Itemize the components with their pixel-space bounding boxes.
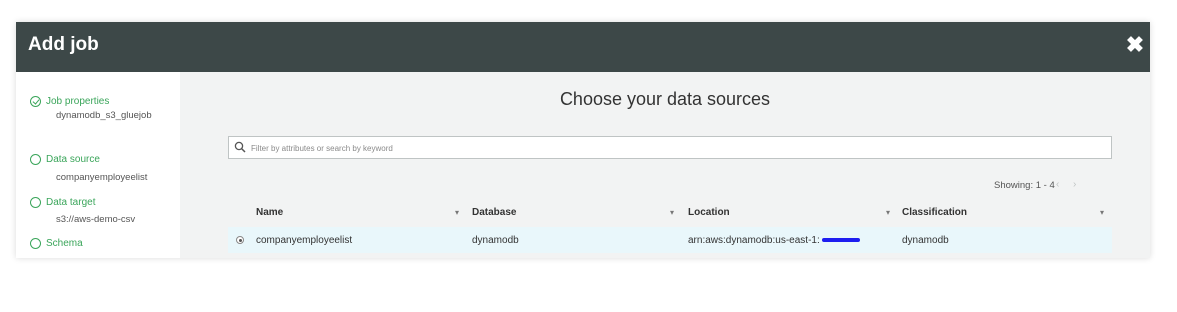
step-label: Schema xyxy=(46,238,83,249)
add-job-modal: Add job ✖ Job properties dynamodb_s3_glu… xyxy=(16,22,1150,258)
redaction-mark xyxy=(821,238,860,243)
step-value: companyemployeelist xyxy=(56,172,148,183)
sort-icon[interactable]: ▾ xyxy=(1100,208,1104,217)
page-frame: Add job ✖ Job properties dynamodb_s3_glu… xyxy=(0,0,1177,312)
modal-header: Add job ✖ xyxy=(16,22,1150,72)
data-source-panel: Choose your data sources Showing: 1 - 4 … xyxy=(180,72,1150,258)
search-input[interactable] xyxy=(249,140,1113,157)
cell-location: arn:aws:dynamodb:us-east-1: xyxy=(688,235,860,246)
circle-icon xyxy=(30,197,41,208)
step-value: s3://aws-demo-csv xyxy=(56,214,136,225)
step-data-source[interactable]: Data source xyxy=(30,153,100,166)
location-text: arn:aws:dynamodb:us-east-1: xyxy=(688,235,820,246)
pagination-status: Showing: 1 - 4 xyxy=(994,180,1055,191)
sort-icon[interactable]: ▾ xyxy=(670,208,674,217)
circle-icon xyxy=(30,238,41,249)
check-circle-icon xyxy=(30,96,41,107)
column-header-database[interactable]: Database xyxy=(472,207,516,218)
cell-database: dynamodb xyxy=(472,235,519,246)
step-schema[interactable]: Schema xyxy=(30,237,83,250)
step-job-properties[interactable]: Job properties xyxy=(30,95,109,108)
table-row[interactable]: companyemployeelist dynamodb arn:aws:dyn… xyxy=(228,227,1112,253)
step-label: Data target xyxy=(46,197,96,208)
search-box[interactable] xyxy=(228,136,1113,159)
next-page-button[interactable]: › xyxy=(1073,179,1076,190)
column-header-name[interactable]: Name xyxy=(256,207,283,218)
cell-classification: dynamodb xyxy=(902,235,949,246)
sort-icon[interactable]: ▾ xyxy=(886,208,890,217)
wizard-steps-sidebar: Job properties dynamodb_s3_gluejob Data … xyxy=(16,72,180,258)
cell-name: companyemployeelist xyxy=(256,235,353,246)
row-radio-button[interactable] xyxy=(236,236,244,244)
panel-title: Choose your data sources xyxy=(559,89,771,109)
step-value: dynamodb_s3_gluejob xyxy=(56,110,152,121)
circle-icon xyxy=(30,154,41,165)
step-label: Job properties xyxy=(46,96,110,107)
step-data-target[interactable]: Data target xyxy=(30,196,95,209)
modal-title: Add job xyxy=(28,34,99,55)
search-icon xyxy=(234,141,246,153)
column-header-location[interactable]: Location xyxy=(688,207,730,218)
step-label: Data source xyxy=(46,154,100,165)
close-button[interactable]: ✖ xyxy=(1124,32,1146,58)
previous-page-button[interactable]: ‹ xyxy=(1056,179,1059,190)
column-header-classification[interactable]: Classification xyxy=(902,207,967,218)
sort-icon[interactable]: ▾ xyxy=(455,208,459,217)
